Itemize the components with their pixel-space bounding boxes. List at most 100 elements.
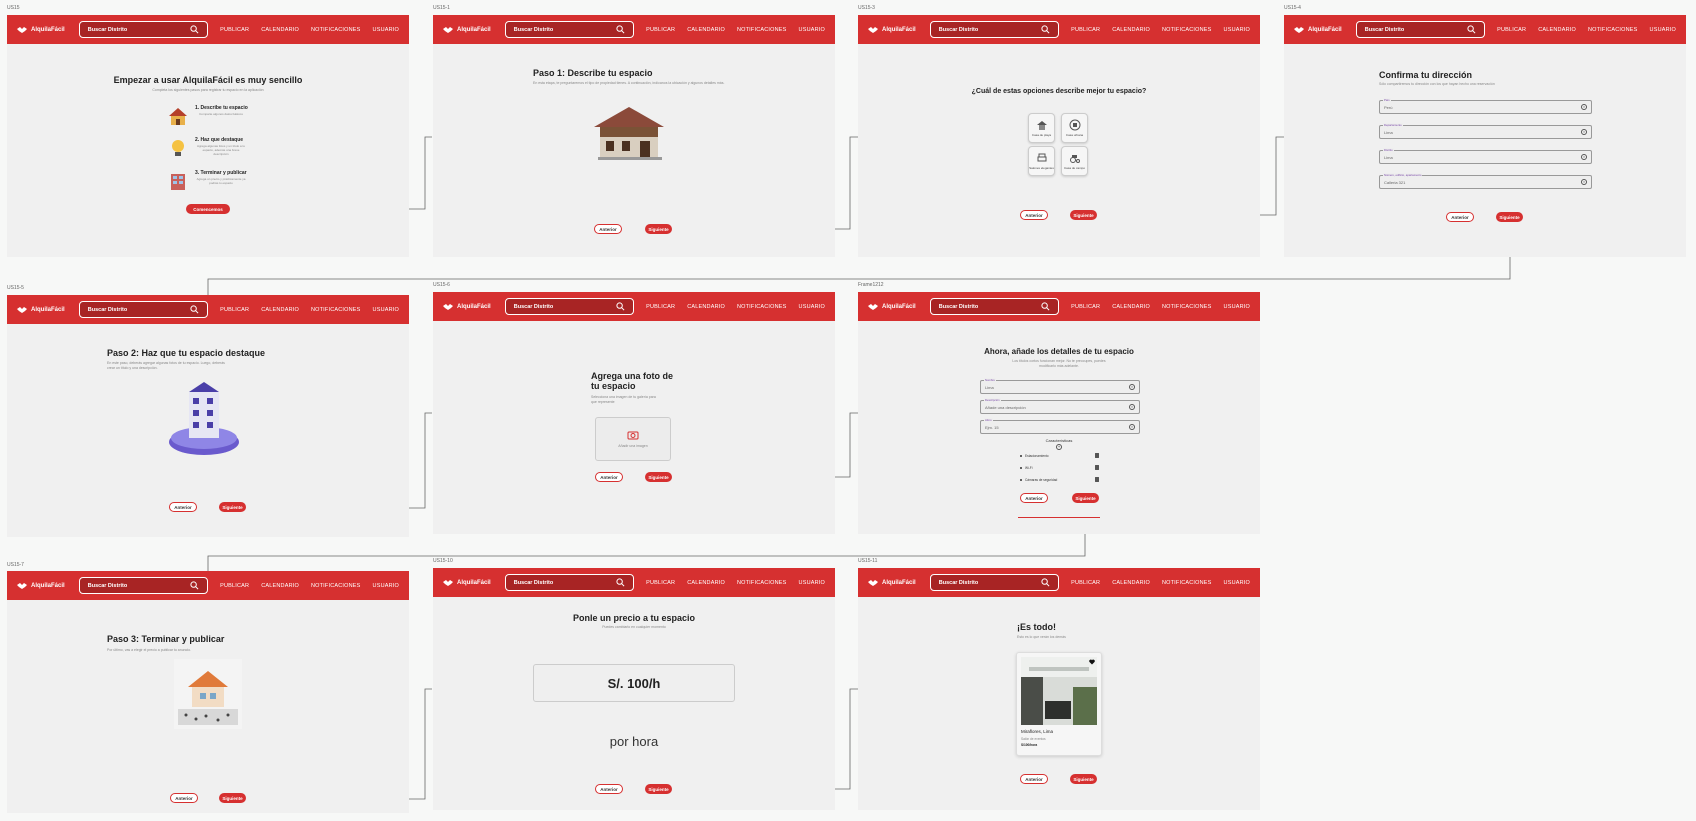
department-field[interactable]: Departamento Lima × (1379, 123, 1592, 139)
previous-button[interactable]: Anterior (594, 224, 622, 234)
address-number-field[interactable]: Número, edificio, apartamento Calleria 32… (1379, 173, 1592, 189)
trash-icon[interactable] (1095, 477, 1099, 482)
previous-button[interactable]: Anterior (1020, 210, 1048, 220)
nav-link-usuario[interactable]: USUARIO (1224, 580, 1250, 586)
nav-link-usuario[interactable]: USUARIO (1650, 27, 1676, 33)
description-field[interactable]: Descripción Añade una descripción × (980, 398, 1140, 414)
next-button[interactable]: Siguiente (1072, 493, 1099, 503)
search-input[interactable]: Buscar Distrito (78, 577, 209, 594)
brand-logo[interactable]: AlquilaFácil (17, 26, 71, 34)
nav-link-publicar[interactable]: PUBLICAR (220, 27, 249, 33)
brand-logo[interactable]: AlquilaFácil (443, 303, 497, 311)
clear-icon[interactable]: × (1581, 154, 1587, 160)
brand-logo[interactable]: AlquilaFácil (868, 579, 922, 587)
brand-logo[interactable]: AlquilaFácil (17, 306, 71, 314)
nav-link-usuario[interactable]: USUARIO (1224, 27, 1250, 33)
clear-icon[interactable]: × (1129, 384, 1135, 390)
previous-button[interactable]: Anterior (169, 502, 197, 512)
nav-link-calendario[interactable]: CALENDARIO (687, 304, 725, 310)
next-button[interactable]: Siguiente (219, 502, 246, 512)
nav-link-notificaciones[interactable]: NOTIFICACIONES (311, 583, 361, 589)
search-icon[interactable] (190, 305, 199, 314)
country-field[interactable]: País Perú × (1379, 98, 1592, 114)
search-icon[interactable] (616, 25, 625, 34)
search-input[interactable]: Buscar Distrito (929, 298, 1060, 315)
search-icon[interactable] (190, 25, 199, 34)
nav-link-calendario[interactable]: CALENDARIO (1112, 304, 1150, 310)
clear-icon[interactable]: × (1129, 424, 1135, 430)
option-urban-house[interactable]: Casa urbana (1061, 113, 1088, 143)
option-beach-house[interactable]: Casa de playa (1028, 113, 1055, 143)
clear-icon[interactable]: × (1581, 179, 1587, 185)
next-button[interactable]: Siguiente (1070, 210, 1097, 220)
previous-button[interactable]: Anterior (595, 472, 623, 482)
nav-link-notificaciones[interactable]: NOTIFICACIONES (737, 580, 787, 586)
nav-link-publicar[interactable]: PUBLICAR (1071, 304, 1100, 310)
search-input[interactable]: Buscar Distrito (78, 21, 209, 38)
brand-logo[interactable]: AlquilaFácil (17, 582, 71, 590)
next-button[interactable]: Siguiente (645, 224, 672, 234)
next-button[interactable]: Siguiente (645, 784, 672, 794)
search-input[interactable]: Buscar Distrito (504, 574, 635, 591)
nav-link-usuario[interactable]: USUARIO (799, 580, 825, 586)
nav-link-notificaciones[interactable]: NOTIFICACIONES (1162, 580, 1212, 586)
nav-link-usuario[interactable]: USUARIO (373, 307, 399, 313)
option-country-house[interactable]: Casa de campo (1061, 146, 1088, 176)
nav-link-publicar[interactable]: PUBLICAR (646, 580, 675, 586)
previous-button[interactable]: Anterior (170, 793, 198, 803)
search-icon[interactable] (616, 578, 625, 587)
search-icon[interactable] (190, 581, 199, 590)
previous-button[interactable]: Anterior (1020, 493, 1048, 503)
clear-icon[interactable]: × (1581, 104, 1587, 110)
nav-link-publicar[interactable]: PUBLICAR (1071, 27, 1100, 33)
listing-card[interactable]: Miraflores, Lima Salón de eventos S/100/… (1016, 652, 1102, 756)
image-upload-area[interactable]: Añadir una imagen (595, 417, 671, 461)
search-icon[interactable] (1041, 25, 1050, 34)
nav-link-calendario[interactable]: CALENDARIO (261, 27, 299, 33)
previous-button[interactable]: Anterior (595, 784, 623, 794)
trash-icon[interactable] (1095, 453, 1099, 458)
next-button[interactable]: Siguiente (219, 793, 246, 803)
nav-link-notificaciones[interactable]: NOTIFICACIONES (737, 27, 787, 33)
nav-link-usuario[interactable]: USUARIO (799, 304, 825, 310)
nav-link-notificaciones[interactable]: NOTIFICACIONES (311, 27, 361, 33)
start-button[interactable]: Comencemos (186, 204, 230, 214)
next-button[interactable]: Siguiente (1070, 774, 1097, 784)
nav-link-calendario[interactable]: CALENDARIO (1112, 27, 1150, 33)
capacity-field[interactable]: Aforo Ejm. 15 × (980, 418, 1140, 434)
search-icon[interactable] (1467, 25, 1476, 34)
nav-link-calendario[interactable]: CALENDARIO (1112, 580, 1150, 586)
brand-logo[interactable]: AlquilaFácil (1294, 26, 1348, 34)
nav-link-calendario[interactable]: CALENDARIO (261, 583, 299, 589)
price-display[interactable]: S/. 100/h (533, 664, 735, 702)
search-input[interactable]: Buscar Distrito (1355, 21, 1486, 38)
heart-icon[interactable] (1089, 659, 1095, 665)
brand-logo[interactable]: AlquilaFácil (868, 26, 922, 34)
search-icon[interactable] (1041, 302, 1050, 311)
nav-link-calendario[interactable]: CALENDARIO (261, 307, 299, 313)
nav-link-calendario[interactable]: CALENDARIO (687, 27, 725, 33)
nav-link-publicar[interactable]: PUBLICAR (1497, 27, 1526, 33)
brand-logo[interactable]: AlquilaFácil (443, 579, 497, 587)
search-input[interactable]: Buscar Distrito (929, 574, 1060, 591)
search-input[interactable]: Buscar Distrito (929, 21, 1060, 38)
trash-icon[interactable] (1095, 465, 1099, 470)
add-feature-icon[interactable]: + (1056, 444, 1062, 450)
search-input[interactable]: Buscar Distrito (504, 21, 635, 38)
next-button[interactable]: Siguiente (1496, 212, 1523, 222)
brand-logo[interactable]: AlquilaFácil (443, 26, 497, 34)
next-button[interactable]: Siguiente (645, 472, 672, 482)
nav-link-notificaciones[interactable]: NOTIFICACIONES (1162, 27, 1212, 33)
nav-link-usuario[interactable]: USUARIO (373, 27, 399, 33)
search-input[interactable]: Buscar Distrito (504, 298, 635, 315)
search-icon[interactable] (616, 302, 625, 311)
nav-link-notificaciones[interactable]: NOTIFICACIONES (1162, 304, 1212, 310)
nav-link-usuario[interactable]: USUARIO (1224, 304, 1250, 310)
nav-link-calendario[interactable]: CALENDARIO (1538, 27, 1576, 33)
district-field[interactable]: Distrito Lima × (1379, 148, 1592, 164)
nav-link-publicar[interactable]: PUBLICAR (220, 307, 249, 313)
nav-link-calendario[interactable]: CALENDARIO (687, 580, 725, 586)
clear-icon[interactable]: × (1581, 129, 1587, 135)
nav-link-usuario[interactable]: USUARIO (373, 583, 399, 589)
nav-link-usuario[interactable]: USUARIO (799, 27, 825, 33)
